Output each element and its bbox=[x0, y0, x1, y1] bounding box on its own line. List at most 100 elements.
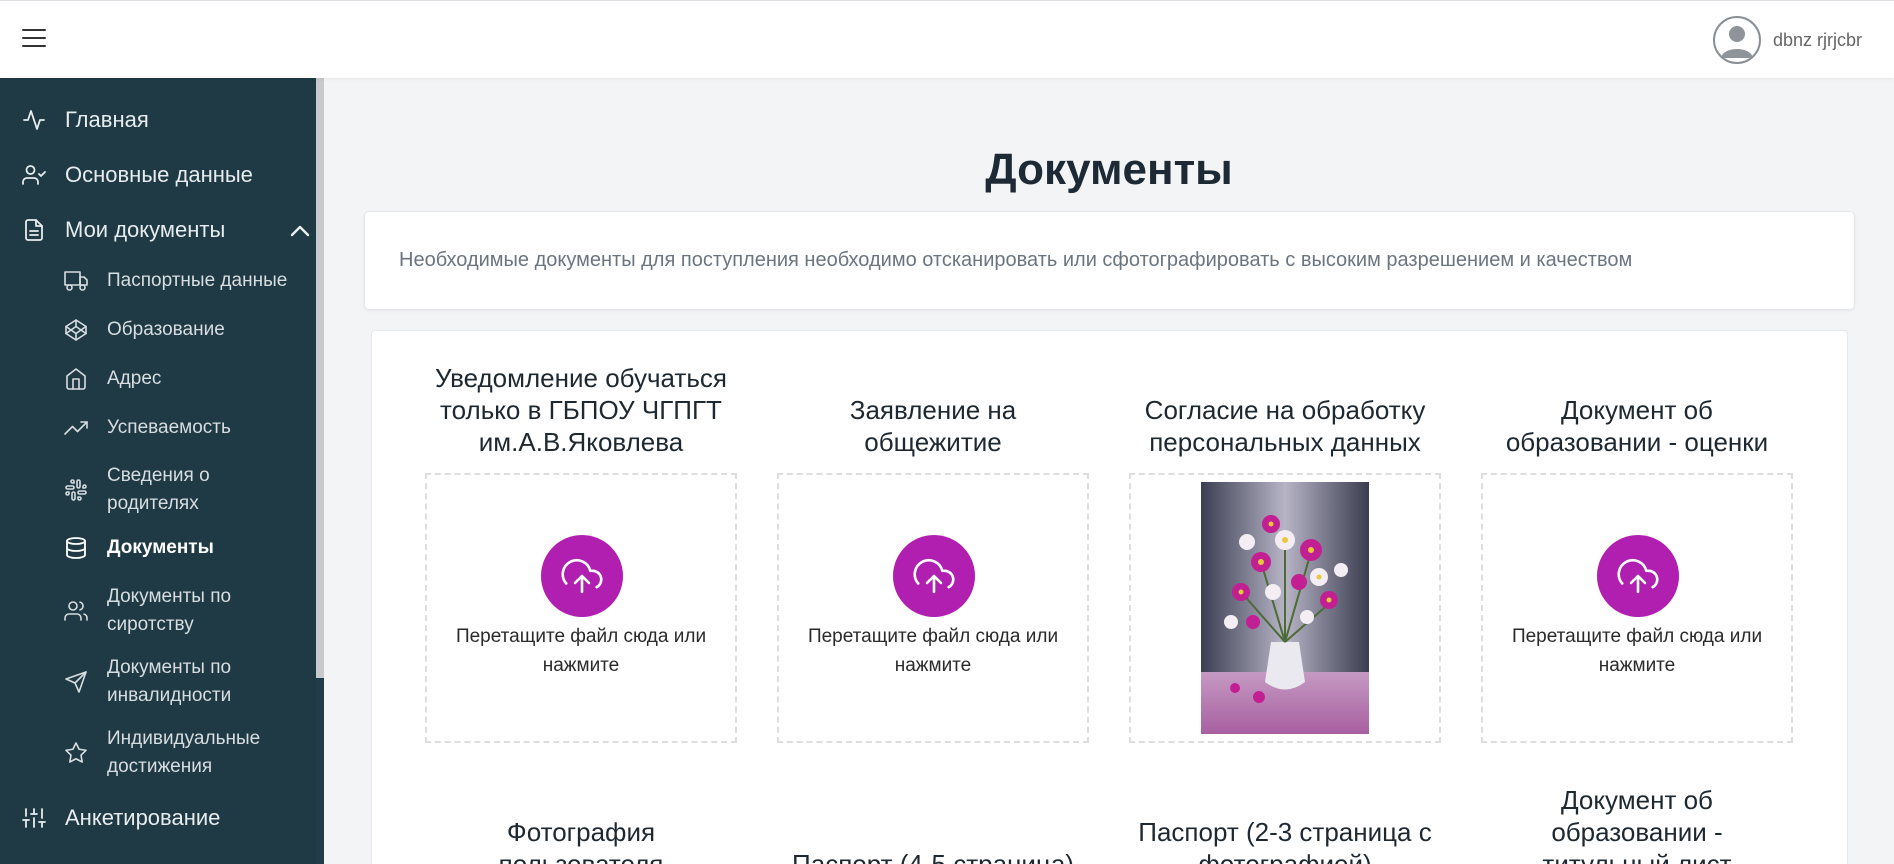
truck-icon bbox=[62, 267, 90, 295]
users-icon bbox=[62, 597, 90, 625]
chevron-up-icon[interactable] bbox=[288, 219, 312, 243]
label-line: Документы по bbox=[107, 586, 232, 607]
sidebar-item-documents[interactable]: Документы bbox=[0, 534, 214, 562]
title-line: образовании - оценки bbox=[1505, 427, 1769, 457]
sidebar-item-home[interactable]: Главная bbox=[0, 100, 149, 140]
hint-line: Перетащите файл сюда или bbox=[455, 626, 707, 647]
codepen-icon bbox=[62, 316, 90, 344]
doc-title-passport-2-3: Паспорт (2-3 страница с фотографией) bbox=[1120, 816, 1450, 864]
sidebar-scroll-track bbox=[316, 678, 324, 864]
title-line: Паспорт (2-3 страница с bbox=[1138, 817, 1432, 847]
sidebar-item-label: Главная bbox=[65, 107, 149, 132]
sidebar-item-address[interactable]: Адрес bbox=[0, 365, 161, 393]
dropzone-dormitory[interactable]: Перетащите файл сюда или нажмите bbox=[777, 473, 1089, 743]
label-line: сиротству bbox=[107, 614, 194, 635]
label-line: родителях bbox=[107, 493, 199, 514]
username[interactable]: dbnz rjrjcbr bbox=[1773, 30, 1862, 51]
sidebar-item-label: Основные данные bbox=[65, 162, 253, 187]
title-line: Паспорт (4-5 страница) bbox=[792, 849, 1074, 864]
sidebar-item-survey[interactable]: Анкетирование bbox=[0, 798, 220, 838]
database-icon bbox=[62, 534, 90, 562]
sidebar-item-label: Успеваемость bbox=[107, 417, 231, 438]
sidebar-item-label: Паспортные данные bbox=[107, 270, 288, 291]
top-bar: dbnz rjrjcbr bbox=[0, 0, 1894, 78]
label-line: Сведения о bbox=[107, 465, 210, 486]
sidebar-item-main-data[interactable]: Основные данные bbox=[0, 155, 253, 195]
sidebar-item-my-documents[interactable]: Мои документы bbox=[0, 210, 225, 250]
info-text: Необходимые документы для поступления не… bbox=[399, 249, 1633, 271]
sidebar-item-parents[interactable]: Сведения о родителях bbox=[0, 462, 210, 518]
dropzone-hint: Перетащите файл сюда или нажмите bbox=[447, 622, 715, 680]
sidebar-item-label: Анкетирование bbox=[65, 805, 221, 830]
sidebar-item-disability-documents[interactable]: Документы по инвалидности bbox=[0, 654, 231, 710]
title-line: им.А.В.Яковлева bbox=[478, 427, 684, 457]
title-line: персональных данных bbox=[1149, 427, 1421, 457]
title-line: Уведомление обучаться bbox=[435, 363, 727, 393]
label-line: достижения bbox=[107, 756, 213, 777]
activity-icon bbox=[20, 106, 48, 134]
label-line: Индивидуальные bbox=[107, 728, 261, 749]
star-icon bbox=[62, 739, 90, 767]
title-line: образовании - bbox=[1551, 817, 1723, 847]
dropzone-grades[interactable]: Перетащите файл сюда или нажмите bbox=[1481, 473, 1793, 743]
doc-title-education-title-page: Документ об образовании - титульный лист bbox=[1472, 784, 1802, 864]
dropzone-notification[interactable]: Перетащите файл сюда или нажмите bbox=[425, 473, 737, 743]
sidebar-item-label: Сведения о родителях bbox=[107, 462, 210, 518]
sidebar-item-passport[interactable]: Паспортные данные bbox=[0, 267, 287, 295]
sidebar-item-label: Документы bbox=[107, 537, 214, 558]
send-icon bbox=[62, 668, 90, 696]
hint-line: Перетащите файл сюда или bbox=[807, 626, 1059, 647]
title-line: пользователя bbox=[498, 849, 664, 864]
page-title: Документы bbox=[985, 145, 1233, 194]
doc-title-passport-4-5: Паспорт (4-5 страница) bbox=[768, 848, 1098, 864]
upload-button[interactable] bbox=[1597, 535, 1679, 617]
sidebar-scrollbar[interactable] bbox=[316, 78, 324, 678]
title-line: только в ГБПОУ ЧГПГТ bbox=[440, 395, 722, 425]
sidebar-item-education[interactable]: Образование bbox=[0, 316, 225, 344]
sidebar-item-label: Индивидуальные достижения bbox=[107, 725, 260, 781]
sidebar-item-achievements[interactable]: Индивидуальные достижения bbox=[0, 725, 260, 781]
user-check-icon bbox=[20, 161, 48, 189]
dropzone-consent[interactable] bbox=[1129, 473, 1441, 743]
title-line: Документ об bbox=[1561, 395, 1713, 425]
sidebar-item-label: Образование bbox=[107, 319, 225, 340]
doc-title-photo: Фотография пользователя bbox=[416, 816, 746, 864]
title-line: общежитие bbox=[864, 427, 1002, 457]
upload-button[interactable] bbox=[893, 535, 975, 617]
sliders-icon bbox=[20, 804, 48, 832]
doc-title-dormitory: Заявление на общежитие bbox=[768, 394, 1098, 458]
sidebar-item-performance[interactable]: Успеваемость bbox=[0, 414, 231, 442]
upload-cloud-icon bbox=[913, 558, 955, 594]
info-card: Необходимые документы для поступления не… bbox=[364, 211, 1855, 310]
avatar[interactable] bbox=[1712, 16, 1761, 64]
file-icon bbox=[20, 216, 48, 244]
title-line: титульный лист bbox=[1542, 849, 1732, 864]
doc-title-consent: Согласие на обработку персональных данны… bbox=[1120, 394, 1450, 458]
title-line: Заявление на bbox=[849, 395, 1017, 425]
title-line: фотографией) bbox=[1198, 849, 1372, 864]
dropzone-hint: Перетащите файл сюда или нажмите bbox=[799, 622, 1067, 680]
title-line: Документ об bbox=[1561, 785, 1713, 815]
trending-up-icon bbox=[62, 414, 90, 442]
upload-button[interactable] bbox=[541, 535, 623, 617]
sidebar-item-label: Документы по сиротству bbox=[107, 583, 231, 639]
sidebar-item-orphan-documents[interactable]: Документы по сиротству bbox=[0, 583, 231, 639]
doc-title-grades: Документ об образовании - оценки bbox=[1472, 394, 1802, 458]
sidebar-item-label: Мои документы bbox=[65, 217, 226, 242]
user-menu[interactable]: dbnz rjrjcbr bbox=[1712, 16, 1862, 64]
label-line: Документы по bbox=[107, 657, 232, 678]
home-icon bbox=[62, 365, 90, 393]
hint-line: Перетащите файл сюда или bbox=[1511, 626, 1763, 647]
sidebar-item-label: Документы по инвалидности bbox=[107, 654, 231, 710]
menu-icon[interactable] bbox=[22, 29, 46, 49]
hint-line: нажмите bbox=[542, 655, 620, 676]
label-line: инвалидности bbox=[107, 685, 232, 706]
dropzone-hint: Перетащите файл сюда или нажмите bbox=[1503, 622, 1771, 680]
title-line: Фотография bbox=[506, 817, 656, 847]
slack-icon bbox=[62, 476, 90, 504]
title-line: Согласие на обработку bbox=[1144, 395, 1426, 425]
uploaded-image-thumbnail[interactable] bbox=[1201, 482, 1369, 734]
upload-cloud-icon bbox=[561, 558, 603, 594]
sidebar-item-label: Адрес bbox=[107, 368, 162, 389]
doc-title-notification: Уведомление обучаться только в ГБПОУ ЧГП… bbox=[416, 362, 746, 458]
